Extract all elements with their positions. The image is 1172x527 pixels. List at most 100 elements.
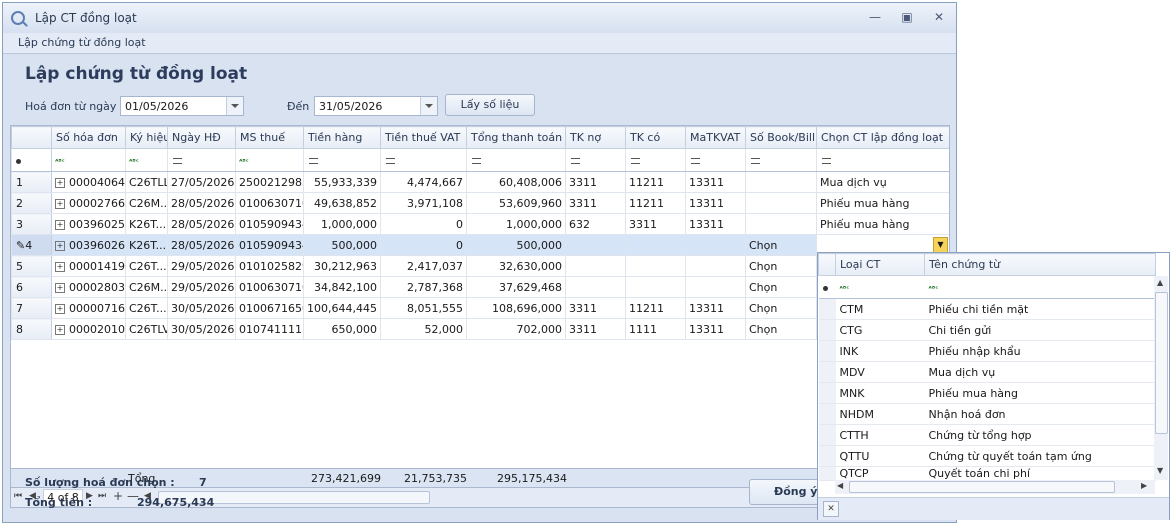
header-so-hoa-don[interactable]: Số hóa đơn [51, 126, 126, 149]
pin-icon [822, 285, 828, 291]
close-icon[interactable]: ✕ [823, 501, 839, 517]
list-item[interactable]: CTTH Chứng từ tổng hợp [818, 424, 1156, 446]
chevron-down-icon[interactable] [420, 97, 437, 115]
expand-icon[interactable]: + [55, 177, 65, 188]
header-tien-hang[interactable]: Tiền hàng [303, 126, 381, 149]
restore-button[interactable]: ▣ [898, 9, 916, 25]
equals-filter-icon [691, 157, 700, 164]
list-item[interactable]: NHDM Nhận hoá đơn [818, 403, 1156, 425]
table-row[interactable]: 5 +00001419 C26T... 29/05/2026 010102582… [11, 255, 949, 277]
filter-cell[interactable]: ᴬᴮᶜ [235, 148, 304, 172]
filter-cell[interactable]: ᴬᴮᶜ [924, 275, 1156, 299]
expand-icon[interactable]: + [55, 282, 65, 293]
list-item[interactable]: INK Phiếu nhập khẩu [818, 340, 1156, 362]
last-record-icon[interactable]: ⏭ [98, 491, 106, 501]
from-date-combo[interactable]: 01/05/2026 [120, 96, 244, 116]
vertical-scrollbar[interactable]: ▲ ▼ [1154, 276, 1168, 480]
list-item[interactable]: CTG Chi tiền gửi [818, 319, 1156, 341]
footer-goods-total: 273,421,699 [311, 472, 381, 485]
expand-icon[interactable]: + [55, 261, 65, 272]
filter-cell[interactable] [685, 148, 746, 172]
filter-cell[interactable]: ᴬᴮᶜ [835, 275, 925, 299]
window-title: Lập CT đồng loạt [35, 11, 137, 25]
grid-header: Số hóa đơn Ký hiệu Ngày HĐ MS thuế Tiền … [11, 126, 949, 149]
scroll-down-icon[interactable]: ▼ [1157, 466, 1163, 475]
header-chon-ct[interactable]: Chọn CT lập đồng loạt [816, 126, 949, 149]
filter-cell[interactable]: ᴬᴮᶜ [125, 148, 168, 172]
horizontal-scroll-thumb[interactable] [849, 481, 1115, 493]
expand-icon[interactable]: + [55, 240, 65, 251]
header-ms-thue[interactable]: MS thuế [235, 126, 304, 149]
scroll-left-icon[interactable]: ◀ [837, 481, 843, 490]
total-amount-value: 294,675,434 [137, 496, 215, 509]
text-filter-icon: ᴬᴮᶜ [839, 284, 850, 293]
table-row[interactable]: 2 +00002766 C26M... 28/05/2026 010063071… [11, 192, 949, 214]
list-item[interactable]: QTCP Quyết toán chi phí [818, 466, 1156, 481]
table-row[interactable]: 1 +00004064 C26TLL 27/05/2026 2500212983… [11, 171, 949, 193]
horizontal-scrollbar[interactable]: ◀ ▶ [835, 480, 1155, 494]
dropdown-header-indicator [818, 253, 836, 276]
to-date-combo[interactable]: 31/05/2026 [314, 96, 438, 116]
header-tk-co[interactable]: TK có [625, 126, 686, 149]
list-item[interactable]: MDV Mua dịch vụ [818, 361, 1156, 383]
text-filter-icon: ᴬᴮᶜ [55, 157, 65, 166]
equals-filter-icon [386, 157, 395, 164]
equals-filter-icon [472, 157, 481, 164]
chevron-down-icon[interactable] [226, 97, 243, 115]
equals-filter-icon [309, 157, 318, 164]
header-ky-hieu[interactable]: Ký hiệu [125, 126, 168, 149]
filter-cell[interactable] [745, 148, 817, 172]
minimize-button[interactable]: — [866, 9, 884, 25]
filter-cell[interactable] [625, 148, 686, 172]
text-filter-icon: ᴬᴮᶜ [928, 284, 939, 293]
scroll-up-icon[interactable]: ▲ [1157, 278, 1163, 287]
list-item[interactable]: MNK Phiếu mua hàng [818, 382, 1156, 404]
pencil-icon: ✎ [16, 238, 26, 252]
header-matkvat[interactable]: MaTKVAT [685, 126, 746, 149]
expand-icon[interactable]: + [55, 303, 65, 314]
total-amount-label: Tổng tiền : [25, 496, 93, 509]
vertical-scroll-thumb[interactable] [1155, 292, 1168, 434]
header-indicator [11, 126, 52, 149]
filter-cell[interactable] [466, 148, 566, 172]
expand-icon[interactable]: + [55, 198, 65, 209]
expand-icon[interactable]: + [55, 219, 65, 230]
table-row[interactable]: 8 +00002010 C26TLV 30/05/2026 0107411115… [11, 318, 949, 340]
filter-cell[interactable] [565, 148, 626, 172]
dropdown-filter-row: ᴬᴮᶜ ᴬᴮᶜ [818, 275, 1156, 299]
header-ten-chung-tu[interactable]: Tên chứng từ [924, 253, 1156, 276]
filter-cell[interactable] [167, 148, 236, 172]
header-tk-no[interactable]: TK nợ [565, 126, 626, 149]
fetch-data-button[interactable]: Lấy số liệu [445, 94, 535, 116]
header-ngay-hd[interactable]: Ngày HĐ [167, 126, 236, 149]
equals-filter-icon [571, 157, 580, 164]
close-button[interactable]: ✕ [930, 9, 948, 25]
filter-cell[interactable] [816, 148, 949, 172]
menu-item-lap-chung-tu[interactable]: Lập chứng từ đồng loạt [18, 36, 146, 49]
main-window: Lập CT đồng loạt — ▣ ✕ Lập chứng từ đồng… [2, 2, 957, 523]
header-tien-thue-vat[interactable]: Tiền thuế VAT [380, 126, 467, 149]
table-row[interactable]: 6 +00002803 C26M... 29/05/2026 010063071… [11, 276, 949, 298]
from-date-label: Hoá đơn từ ngày [25, 100, 117, 113]
filter-cell[interactable] [380, 148, 467, 172]
search-icon [11, 11, 25, 25]
add-record-icon[interactable]: + [113, 489, 123, 503]
header-tong-thanh-toan[interactable]: Tổng thanh toán [466, 126, 566, 149]
header-loai-ct[interactable]: Loại CT [835, 253, 925, 276]
scroll-right-icon[interactable]: ▶ [1141, 481, 1147, 490]
filter-cell[interactable] [303, 148, 381, 172]
list-item[interactable]: QTTU Chứng từ quyết toán tạm ứng [818, 445, 1156, 467]
table-row[interactable]: 7 +00000716 C26T... 30/05/2026 010067165… [11, 297, 949, 319]
header-so-book-bill[interactable]: Số Book/Bill [745, 126, 817, 149]
table-row[interactable]: 3 +00396025 K26T... 28/05/2026 010590943… [11, 213, 949, 235]
from-date-value: 01/05/2026 [125, 100, 189, 113]
footer-vat-total: 21,753,735 [404, 472, 467, 485]
content-area: Lập chứng từ đồng loạt Hoá đơn từ ngày 0… [3, 54, 956, 522]
filter-cell[interactable]: ᴬᴮᶜ [51, 148, 126, 172]
dropdown-table: Loại CT Tên chứng từ ᴬᴮᶜ ᴬᴮᶜ CTM Phiếu ch… [818, 253, 1156, 481]
dropdown-arrow-icon[interactable]: ▼ [933, 237, 948, 253]
expand-icon[interactable]: + [55, 324, 65, 335]
table-row-active[interactable]: ✎4 +00396026 K26T... 28/05/2026 01059094… [11, 234, 949, 256]
first-record-icon[interactable]: ⏮ [14, 491, 22, 501]
list-item[interactable]: CTM Phiếu chi tiền mặt [818, 298, 1156, 320]
